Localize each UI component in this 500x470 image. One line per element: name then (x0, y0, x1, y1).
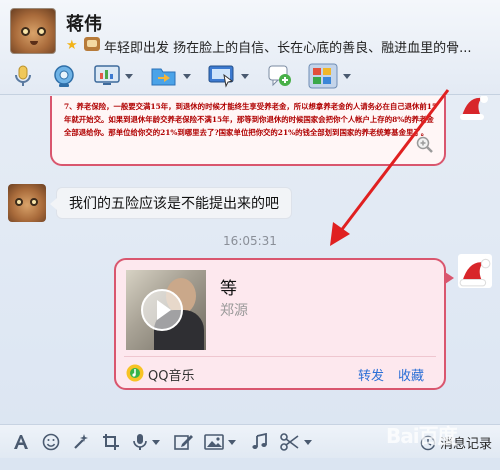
chat-toolbar (0, 60, 500, 92)
message-history-button[interactable]: 消息记录 (420, 433, 492, 452)
send-file-button[interactable] (150, 63, 191, 89)
contact-signature: 年轻即出发 扬在脸上的自信、长在心底的善良、融进血里的骨... (104, 41, 472, 56)
remote-desktop-icon (208, 65, 234, 88)
add-chat-icon[interactable] (268, 63, 292, 89)
apps-button[interactable] (308, 63, 351, 89)
play-icon[interactable] (140, 288, 184, 332)
contact-name[interactable]: 蒋伟 (66, 10, 102, 36)
screen-share-button[interactable] (94, 63, 133, 89)
microphone-icon[interactable] (12, 63, 34, 89)
screenshot-icon[interactable] (102, 432, 122, 452)
previous-message-text: 7、养老保险，一般要交满15年，到退休的时候才能终生享受养老金，所以想拿养老金的… (64, 102, 438, 137)
divider (124, 356, 436, 357)
emoji-icon[interactable] (42, 432, 60, 452)
send-file-icon (151, 68, 176, 86)
contact-avatar[interactable] (10, 8, 56, 54)
previous-message-bubble: 7、养老保险，一般要交满15年，到退休的时候才能终生享受养老金，所以想拿养老金的… (50, 96, 446, 166)
voice-icon (133, 434, 147, 450)
song-artist: 郑源 (220, 303, 248, 319)
scissors-button[interactable] (280, 432, 312, 452)
edit-icon[interactable] (174, 432, 194, 452)
music-source-label[interactable]: QQ音乐 (148, 365, 194, 384)
music-share-card[interactable]: 等 郑源 QQ音乐 转发 收藏 (114, 258, 454, 390)
image-button[interactable] (204, 432, 236, 452)
clock-icon (420, 435, 436, 450)
sender-avatar[interactable] (8, 184, 46, 222)
input-toolbar: 消息记录 (0, 424, 500, 458)
apps-icon (308, 63, 338, 89)
qq-music-icon (126, 364, 144, 382)
album-cover[interactable] (126, 270, 206, 350)
scissors-icon (280, 433, 299, 451)
santa-hat-avatar-icon (460, 96, 488, 120)
forward-link[interactable]: 转发 (358, 365, 384, 384)
screen-share-icon (94, 65, 120, 85)
incoming-message-bubble: 我们的五险应该是不能提出来的吧 (50, 187, 292, 219)
font-icon[interactable] (12, 432, 30, 452)
favorite-link[interactable]: 收藏 (398, 365, 424, 384)
zoom-icon[interactable] (416, 136, 434, 154)
star-icon: ★ (66, 38, 78, 53)
message-timestamp: 16:05:31 (223, 234, 277, 248)
remote-desktop-button[interactable] (208, 63, 249, 89)
music-icon[interactable] (250, 432, 268, 452)
image-icon (204, 434, 224, 450)
voice-message-button[interactable] (132, 432, 160, 452)
message-list[interactable]: 7、养老保险，一般要交满15年，到退休的时候才能终生享受养老金，所以想拿养老金的… (0, 96, 500, 422)
santa-hat-avatar-icon[interactable] (458, 254, 492, 288)
signature-icon (84, 37, 100, 51)
magic-wand-icon[interactable] (72, 432, 90, 452)
video-call-icon[interactable] (52, 63, 76, 89)
message-history-label[interactable]: 消息记录 (440, 433, 492, 452)
chat-header: 蒋伟 ★ 年轻即出发 扬在脸上的自信、长在心底的善良、融进血里的骨... (0, 0, 500, 95)
song-title[interactable]: 等 (220, 274, 237, 299)
